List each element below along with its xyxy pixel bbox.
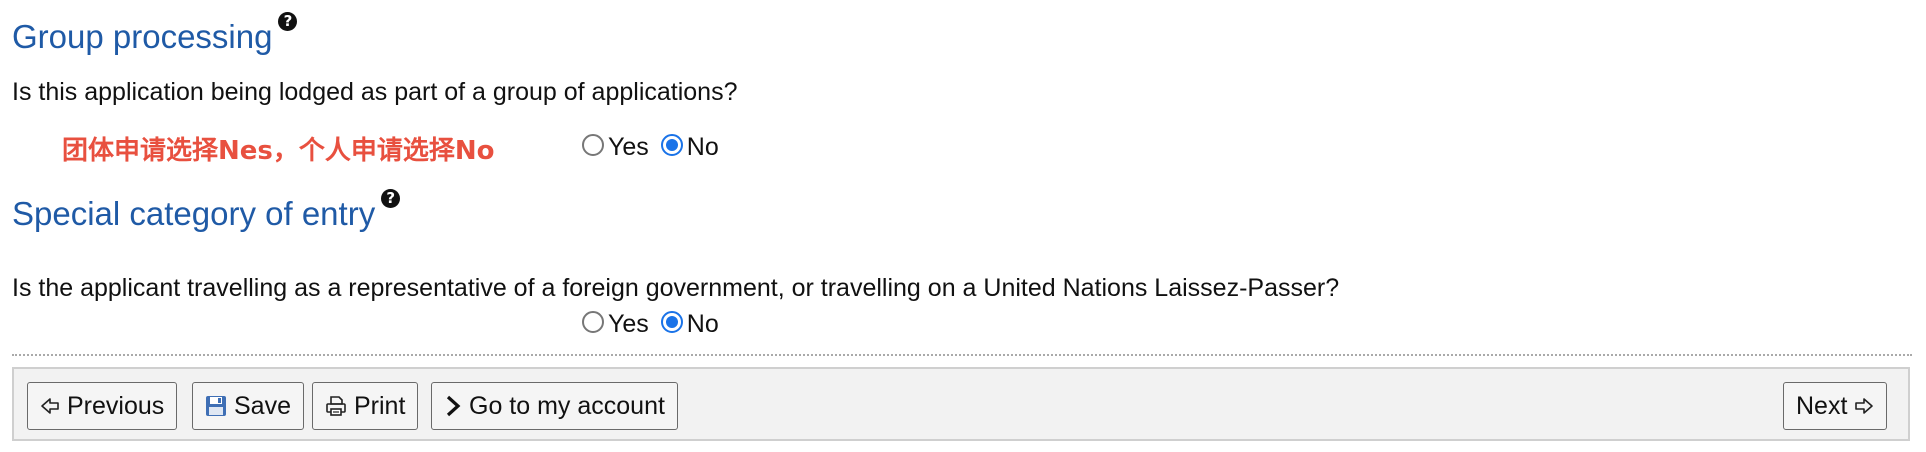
save-label: Save — [234, 391, 291, 420]
special-category-heading: Special category of entry? — [12, 189, 401, 233]
annotation-note: 团体申请选择Nes，个人申请选择No — [62, 136, 495, 166]
previous-label: Previous — [67, 391, 165, 420]
group-processing-yes-label[interactable]: Yes — [608, 133, 649, 162]
special-category-no-radio[interactable] — [660, 310, 683, 333]
printer-icon — [325, 395, 347, 417]
floppy-disk-icon — [205, 395, 227, 417]
group-processing-no-radio[interactable] — [660, 133, 683, 156]
special-category-yes-radio[interactable] — [582, 310, 604, 333]
previous-button[interactable]: Previous — [27, 382, 178, 430]
chevron-right-icon — [444, 395, 462, 417]
special-category-radio-group: Yes No — [582, 307, 731, 339]
special-category-question: Is the applicant travelling as a represe… — [12, 274, 1340, 302]
navigation-toolbar: Previous Save Print Go to my account Nex… — [12, 367, 1910, 441]
next-label: Next — [1796, 391, 1848, 420]
group-processing-question: Is this application being lodged as part… — [12, 78, 738, 106]
help-icon[interactable]: ? — [381, 189, 401, 208]
special-category-yes-label[interactable]: Yes — [608, 310, 649, 339]
group-processing-radio-group: Yes No — [582, 130, 731, 162]
group-processing-no-label[interactable]: No — [687, 133, 719, 162]
special-category-no-label[interactable]: No — [687, 310, 719, 339]
arrow-left-icon — [40, 396, 60, 416]
group-processing-heading: Group processing? — [12, 12, 298, 56]
group-processing-yes-radio[interactable] — [582, 133, 604, 156]
help-icon[interactable]: ? — [278, 12, 298, 31]
group-processing-title: Group processing — [12, 18, 273, 55]
go-to-account-button[interactable]: Go to my account — [431, 382, 678, 430]
next-button[interactable]: Next — [1783, 382, 1888, 430]
go-to-account-label: Go to my account — [469, 391, 665, 420]
divider — [12, 354, 1912, 356]
special-category-title: Special category of entry — [12, 195, 376, 232]
arrow-right-icon — [1854, 396, 1874, 416]
save-button[interactable]: Save — [192, 382, 304, 430]
print-label: Print — [354, 391, 406, 420]
print-button[interactable]: Print — [312, 382, 419, 430]
